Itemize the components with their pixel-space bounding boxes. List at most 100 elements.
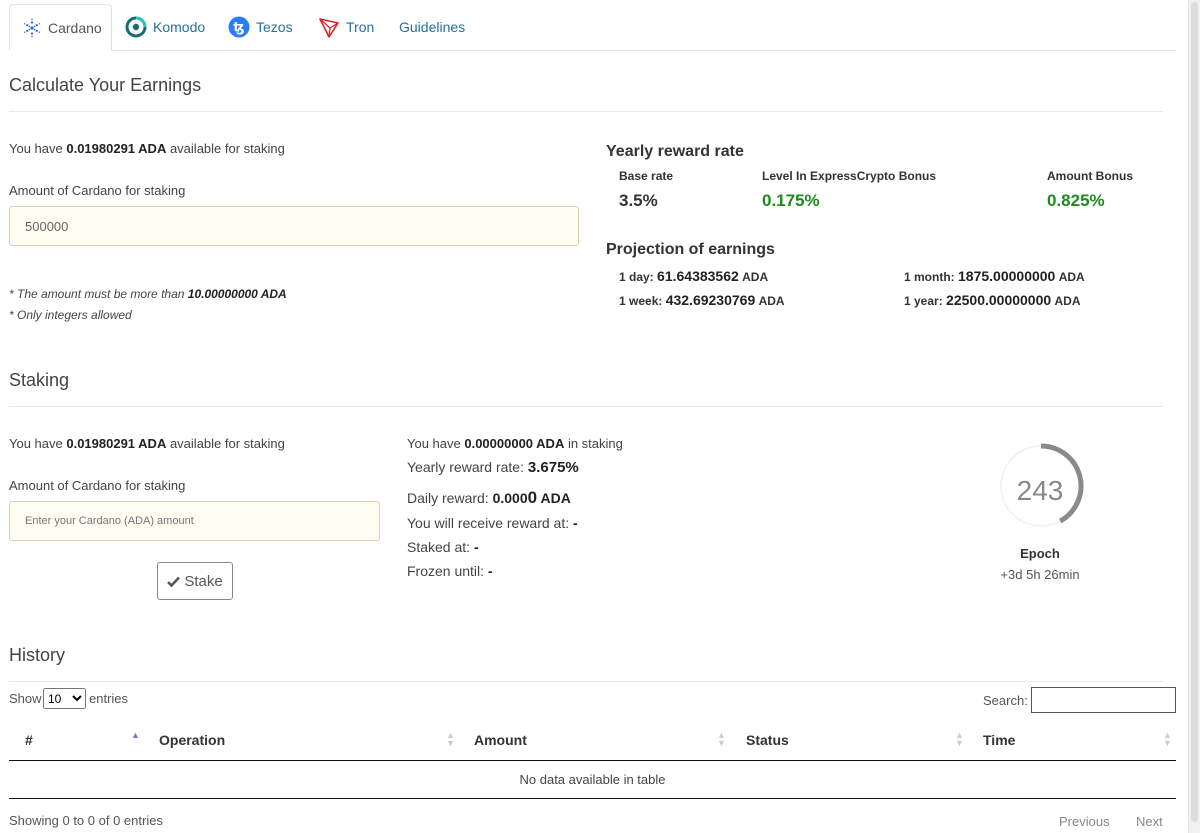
projection-month: 1 month: 1875.00000000 ADA	[904, 268, 1085, 284]
staked-at-row: Staked at: -	[407, 539, 479, 555]
label: 1 day:	[619, 270, 654, 284]
min-amount-note: * The amount must be more than 10.000000…	[9, 287, 287, 301]
epoch-number: 243	[1016, 475, 1064, 506]
sort-icon[interactable]: ▲ ▼	[1163, 731, 1172, 748]
coin-tabs: Cardano Komodo ꜩ Tezos Tron Guidelines	[9, 0, 1176, 51]
tab-label: Cardano	[48, 19, 102, 36]
tron-icon	[318, 16, 340, 38]
divider	[9, 406, 1163, 407]
search-input[interactable]	[1031, 687, 1176, 713]
value: -	[573, 515, 578, 531]
tab-tezos[interactable]: ꜩ Tezos	[216, 4, 305, 50]
projection-year: 1 year: 22500.00000000 ADA	[904, 292, 1081, 308]
sort-icon[interactable]: ▲ ▼	[446, 731, 455, 748]
epoch-remaining: +3d 5h 26min	[1000, 567, 1080, 582]
text: You have	[9, 141, 67, 156]
tab-komodo[interactable]: Komodo	[113, 4, 217, 50]
column-header-status[interactable]: Status	[746, 732, 789, 748]
divider	[9, 111, 1163, 112]
label: Daily reward:	[407, 490, 493, 506]
balance-amount: 0.01980291 ADA	[66, 436, 167, 451]
staking-heading: Staking	[9, 370, 70, 390]
label: 1 year:	[904, 294, 943, 308]
unit: ADA	[1054, 294, 1081, 308]
yearly-rate-value: 3.675%	[527, 459, 579, 476]
column-header-operation[interactable]: Operation	[159, 732, 225, 748]
text: in staking	[564, 436, 623, 451]
staking-available-balance: You have 0.01980291 ADA available for st…	[9, 436, 285, 451]
staking-amount-label: Amount of Cardano for staking	[9, 478, 186, 493]
tab-label: Tezos	[256, 19, 293, 35]
column-header-amount[interactable]: Amount	[474, 732, 527, 748]
search-label: Search:	[983, 693, 1028, 708]
previous-page-button[interactable]: Previous	[1059, 814, 1110, 829]
unit: ADA	[758, 294, 785, 308]
min-amount: 10.00000000 ADA	[187, 287, 287, 301]
staked-amount: 0.00000000 ADA	[464, 436, 565, 451]
svg-text:ꜩ: ꜩ	[233, 21, 244, 36]
divider	[9, 681, 1163, 682]
cardano-icon	[22, 17, 42, 39]
projection-title: Projection of earnings	[606, 241, 775, 258]
yearly-reward-title: Yearly reward rate	[606, 143, 744, 160]
value: -	[473, 539, 479, 555]
available-balance: You have 0.01980291 ADA available for st…	[9, 141, 285, 156]
scrollbar-thumb[interactable]	[1191, 2, 1198, 822]
tab-tron[interactable]: Tron	[306, 4, 386, 50]
frozen-until-row: Frozen until: -	[407, 563, 493, 579]
tab-guidelines[interactable]: Guidelines	[387, 4, 477, 50]
tab-cardano[interactable]: Cardano	[9, 4, 112, 51]
daily-reward-digit: 0	[527, 488, 538, 507]
text: available for staking	[166, 141, 285, 156]
base-rate-value: 3.5%	[619, 191, 658, 210]
daily-reward-row: Daily reward: 0.0000 ADA	[407, 488, 571, 508]
history-heading: History	[9, 645, 66, 665]
unit: ADA	[537, 490, 571, 506]
stake-button[interactable]: Stake	[157, 562, 233, 600]
entries-label: entries	[89, 691, 129, 706]
label: 1 month:	[904, 270, 955, 284]
level-bonus-value: 0.175%	[762, 191, 820, 210]
calc-amount-input[interactable]: 500000	[9, 206, 579, 246]
projection-week: 1 week: 432.69230769 ADA	[619, 292, 785, 308]
yearly-rate-row: Yearly reward rate: 3.675%	[407, 459, 579, 476]
value: 1875.00000000	[958, 268, 1056, 284]
column-header-number[interactable]: #	[25, 732, 33, 748]
komodo-icon	[125, 16, 147, 38]
table-bottom-line	[9, 798, 1176, 799]
tezos-icon: ꜩ	[228, 16, 250, 38]
level-bonus-label: Level In ExpressCrypto Bonus	[762, 169, 937, 183]
integer-note: * Only integers allowed	[9, 308, 132, 322]
value: 22500.00000000	[946, 292, 1052, 308]
column-header-time[interactable]: Time	[983, 732, 1015, 748]
receive-reward-row: You will receive reward at: -	[407, 515, 578, 531]
sort-icon[interactable]: ▲	[131, 731, 140, 740]
next-page-button[interactable]: Next	[1136, 814, 1163, 829]
text: You have	[407, 436, 465, 451]
label: Yearly reward rate:	[407, 459, 528, 475]
tab-label: Guidelines	[399, 19, 466, 35]
tab-label: Komodo	[153, 19, 206, 35]
projection-day: 1 day: 61.64383562 ADA	[619, 268, 768, 284]
label: Frozen until:	[407, 563, 488, 579]
entries-per-page-select[interactable]: 10	[43, 688, 86, 709]
tab-label: Tron	[346, 19, 375, 35]
vertical-scrollbar[interactable]	[1188, 0, 1200, 833]
stake-amount-input[interactable]: Enter your Cardano (ADA) amount	[9, 501, 380, 541]
table-info: Showing 0 to 0 of 0 entries	[9, 813, 163, 828]
sort-icon[interactable]: ▲ ▼	[955, 731, 964, 748]
show-label: Show	[9, 691, 42, 706]
sort-icon[interactable]: ▲ ▼	[717, 731, 726, 748]
input-placeholder: Enter your Cardano (ADA) amount	[25, 515, 194, 527]
value: 61.64383562	[657, 268, 739, 284]
empty-table-message: No data available in table	[519, 772, 666, 787]
text: available for staking	[166, 436, 285, 451]
value: 432.69230769	[665, 292, 756, 308]
base-rate-label: Base rate	[619, 169, 674, 183]
value: -	[487, 563, 493, 579]
label: You will receive reward at:	[407, 515, 574, 531]
unit: ADA	[742, 270, 769, 284]
amount-bonus-label: Amount Bonus	[1047, 169, 1133, 183]
in-staking-balance: You have 0.00000000 ADA in staking	[407, 436, 623, 451]
table-header-line	[9, 760, 1176, 761]
